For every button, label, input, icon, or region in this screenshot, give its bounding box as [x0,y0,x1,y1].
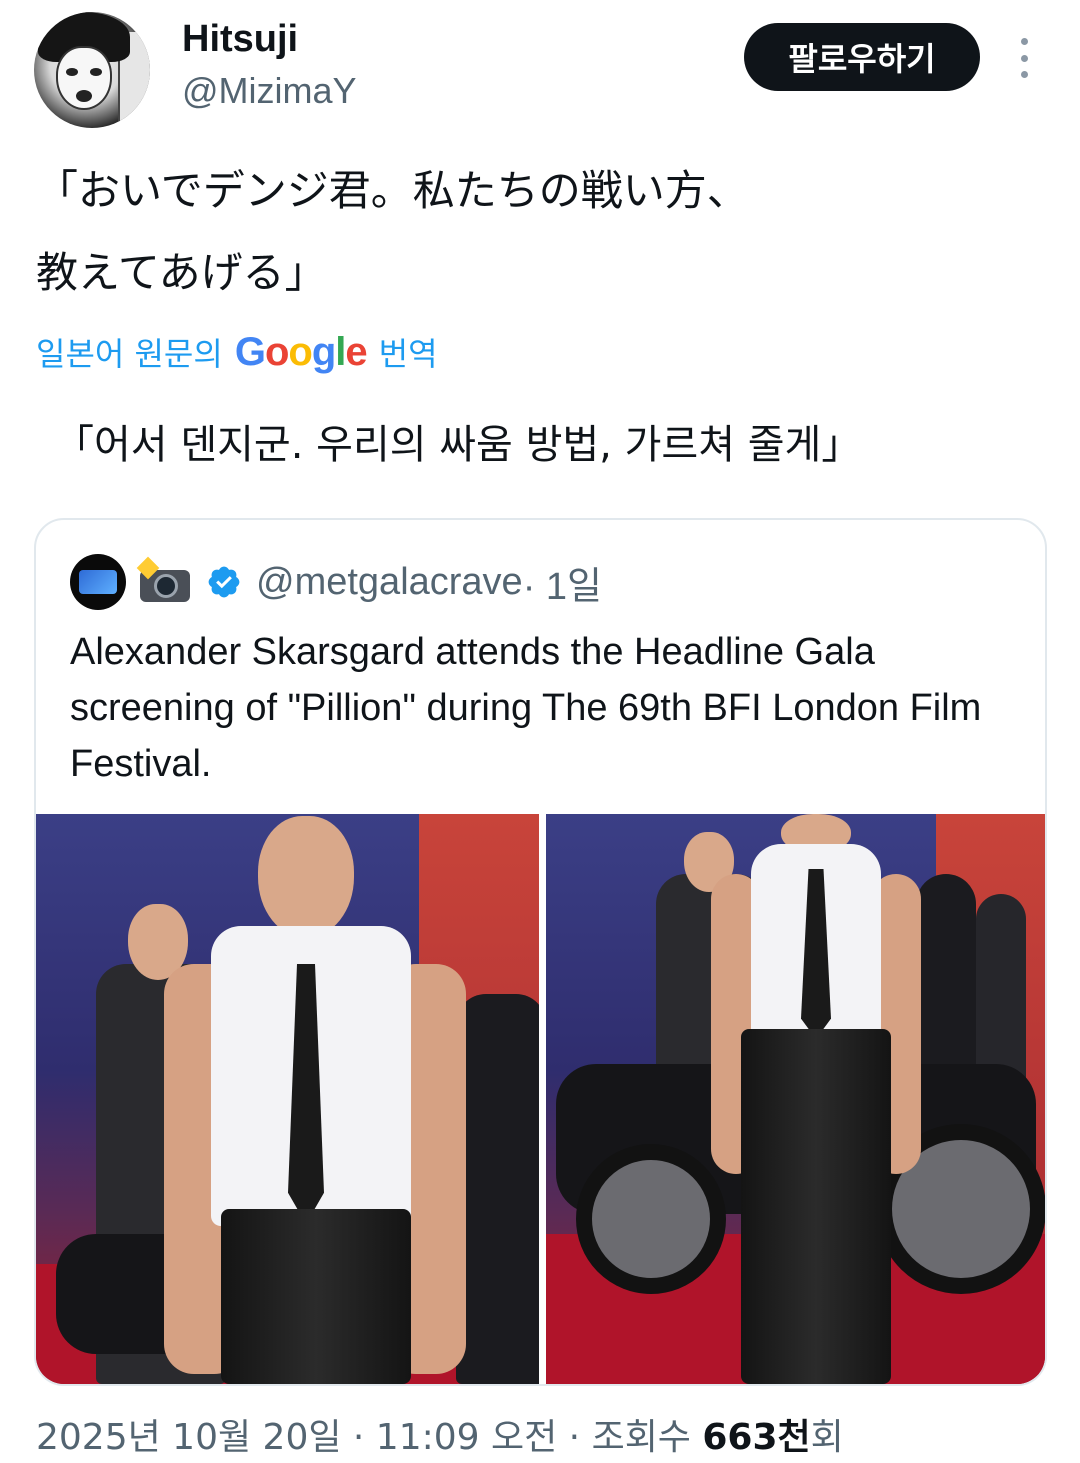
follow-button[interactable]: 팔로우하기 [744,23,980,91]
google-logo: Google [234,329,368,374]
author-handle[interactable]: @MizimaY [182,70,357,112]
tweet-line-2: 教えてあげる」 [36,248,327,297]
camera-with-flash-icon [136,556,192,604]
author-avatar[interactable] [34,12,150,128]
translation-attribution[interactable]: 일본어 원문의 Google 번역 [36,330,438,374]
tweet-line-1: 「おいでデンジ君。私たちの戦い方、 [36,166,749,215]
quoted-author-avatar[interactable] [70,554,126,610]
view-count-suffix: 회 [810,1417,844,1458]
tweet-metadata: 2025년 10월 20일 · 11:09 오전 · 조회수 663천회 [36,1408,844,1460]
quoted-photo-2[interactable] [546,814,1045,1384]
quoted-tweet-card[interactable]: @metgalacrave · 1일 Alexander Skarsgard a… [34,518,1047,1386]
author-name[interactable]: Hitsuji [182,18,298,61]
more-options-icon[interactable] [1012,38,1036,78]
translated-text: 「어서 덴지군. 우리의 싸움 방법, 가르쳐 줄게」 [54,422,862,468]
verified-badge-icon [208,566,240,598]
quoted-tweet-text: Alexander Skarsgard attends the Headline… [70,631,982,785]
quoted-tweet-header: @metgalacrave · 1일 [70,554,602,610]
tweet-header: Hitsuji @MizimaY 팔로우하기 [0,0,1080,130]
tweet-datetime[interactable]: 2025년 10월 20일 · 11:09 오전 · 조회수 [36,1417,702,1458]
translate-suffix: 번역 [378,335,438,373]
translate-prefix: 일본어 원문의 [36,335,223,373]
quoted-photo-1[interactable] [36,814,539,1384]
view-count: 663천 [702,1417,811,1458]
quoted-author-handle[interactable]: @metgalacrave [256,561,523,604]
tweet-body: 「おいでデンジ君。私たちの戦い方、 教えてあげる」 [36,150,1036,314]
quoted-timestamp[interactable]: · 1일 [523,555,602,610]
